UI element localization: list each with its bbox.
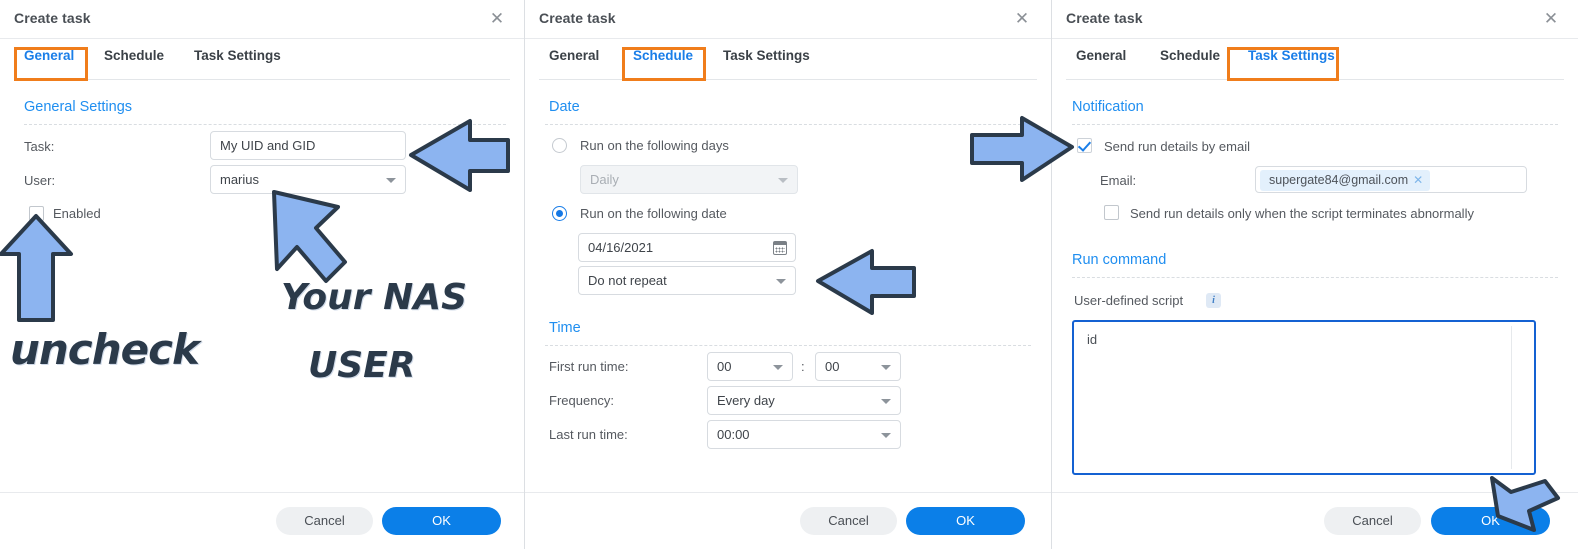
dialog-create-task-general: Create task ✕ General Schedule Task Sett… [0, 0, 524, 549]
label-run-following-days: Run on the following days [580, 138, 729, 153]
chevron-down-icon [773, 365, 783, 370]
window-title: Create task [14, 10, 91, 26]
cancel-button[interactable]: Cancel [1324, 507, 1421, 535]
days-frequency-select[interactable]: Daily [580, 165, 798, 194]
footer-task-settings: Cancel OK [1052, 492, 1578, 549]
repeat-select[interactable]: Do not repeat [578, 266, 796, 295]
footer-schedule: Cancel OK [525, 492, 1051, 549]
titlebar-general: Create task ✕ [0, 0, 524, 39]
calendar-icon[interactable] [773, 241, 787, 255]
date-input[interactable]: 04/16/2021 [578, 233, 796, 262]
label-run-following-date: Run on the following date [580, 206, 727, 221]
dialog-create-task-schedule: Create task ✕ General Schedule Task Sett… [525, 0, 1051, 549]
cancel-button[interactable]: Cancel [800, 507, 897, 535]
close-icon[interactable]: ✕ [1413, 170, 1423, 191]
repeat-select-value: Do not repeat [588, 273, 667, 288]
tab-schedule[interactable]: Schedule [1160, 48, 1220, 63]
frequency-select[interactable]: Every day [707, 386, 901, 415]
section-divider [545, 345, 1031, 346]
script-textarea-value: id [1079, 326, 1512, 469]
time-separator: : [801, 359, 805, 374]
ok-button[interactable]: OK [1431, 507, 1550, 535]
task-input[interactable]: My UID and GID [210, 131, 406, 160]
label-first-run-time: First run time: [549, 359, 629, 374]
first-run-hour-select[interactable]: 00 [707, 352, 793, 381]
chevron-down-icon [881, 365, 891, 370]
send-email-checkbox[interactable] [1077, 138, 1092, 153]
section-title-time: Time [549, 320, 581, 336]
enabled-checkbox[interactable] [29, 206, 44, 221]
titlebar-task-settings: Create task ✕ [1052, 0, 1578, 39]
screenshot-root: Create task ✕ General Schedule Task Sett… [0, 0, 1578, 549]
first-run-hour-value: 00 [717, 359, 732, 374]
section-divider [545, 124, 1031, 125]
section-divider [1072, 277, 1558, 278]
label-send-email: Send run details by email [1104, 139, 1250, 154]
label-enabled: Enabled [53, 206, 101, 221]
days-frequency-value: Daily [590, 172, 619, 187]
date-input-value: 04/16/2021 [588, 240, 654, 255]
ok-button[interactable]: OK [906, 507, 1025, 535]
chevron-down-icon [386, 178, 396, 183]
first-run-minute-value: 00 [825, 359, 840, 374]
tab-general[interactable]: General [549, 48, 599, 63]
last-run-time-value: 00:00 [717, 427, 750, 442]
label-last-run-time: Last run time: [549, 427, 628, 442]
annotation-text-your-nas: Your NAS [281, 277, 467, 318]
tab-general[interactable]: General [1076, 48, 1126, 63]
tab-task-settings[interactable]: Task Settings [723, 48, 810, 63]
tab-task-settings[interactable]: Task Settings [1248, 48, 1335, 63]
close-icon[interactable]: ✕ [1011, 8, 1033, 30]
section-title-date: Date [549, 99, 580, 115]
section-title-notification: Notification [1072, 99, 1144, 115]
dialog-create-task-settings: Create task ✕ General Schedule Task Sett… [1052, 0, 1578, 549]
label-frequency: Frequency: [549, 393, 615, 408]
tabbar-task-settings: General Schedule Task Settings [1066, 39, 1564, 80]
cancel-button[interactable]: Cancel [276, 507, 373, 535]
section-divider [24, 124, 506, 125]
frequency-value: Every day [717, 393, 775, 408]
chevron-down-icon [881, 433, 891, 438]
chevron-down-icon [776, 279, 786, 284]
window-title: Create task [539, 10, 616, 26]
email-chip: supergate84@gmail.com ✕ [1260, 170, 1431, 191]
label-task: Task: [24, 139, 55, 154]
user-select[interactable]: marius [210, 165, 406, 194]
radio-run-following-date[interactable] [552, 206, 567, 221]
first-run-minute-select[interactable]: 00 [815, 352, 901, 381]
label-user: User: [24, 173, 56, 188]
footer-general: Cancel OK [0, 492, 524, 549]
tab-general[interactable]: General [24, 48, 74, 63]
last-run-time-select[interactable]: 00:00 [707, 420, 901, 449]
tabbar-schedule: General Schedule Task Settings [539, 39, 1037, 80]
close-icon[interactable]: ✕ [486, 8, 508, 30]
tab-schedule[interactable]: Schedule [633, 48, 693, 63]
email-chip-text: supergate84@gmail.com [1269, 173, 1409, 187]
tabbar-general: General Schedule Task Settings [14, 39, 510, 80]
ok-button[interactable]: OK [382, 507, 501, 535]
chevron-down-icon [881, 399, 891, 404]
abnormal-only-checkbox[interactable] [1104, 205, 1119, 220]
info-icon[interactable]: i [1206, 293, 1221, 308]
titlebar-schedule: Create task ✕ [525, 0, 1051, 39]
section-title-run-command: Run command [1072, 252, 1167, 268]
label-abnormal-only: Send run details only when the script te… [1130, 206, 1474, 221]
annotation-text-uncheck: uncheck [10, 325, 200, 374]
script-textarea[interactable]: id [1072, 320, 1536, 475]
email-chip-input[interactable]: supergate84@gmail.com ✕ [1255, 166, 1527, 193]
section-divider [1072, 124, 1558, 125]
label-email: Email: [1100, 173, 1137, 188]
annotation-text-user: USER [308, 345, 416, 386]
chevron-down-icon [778, 178, 788, 183]
section-title-general-settings: General Settings [24, 99, 133, 115]
label-user-defined-script: User-defined script [1074, 293, 1184, 308]
tab-task-settings[interactable]: Task Settings [194, 48, 281, 63]
close-icon[interactable]: ✕ [1540, 8, 1562, 30]
user-select-value: marius [220, 172, 260, 187]
tab-schedule[interactable]: Schedule [104, 48, 164, 63]
radio-run-following-days[interactable] [552, 138, 567, 153]
window-title: Create task [1066, 10, 1143, 26]
